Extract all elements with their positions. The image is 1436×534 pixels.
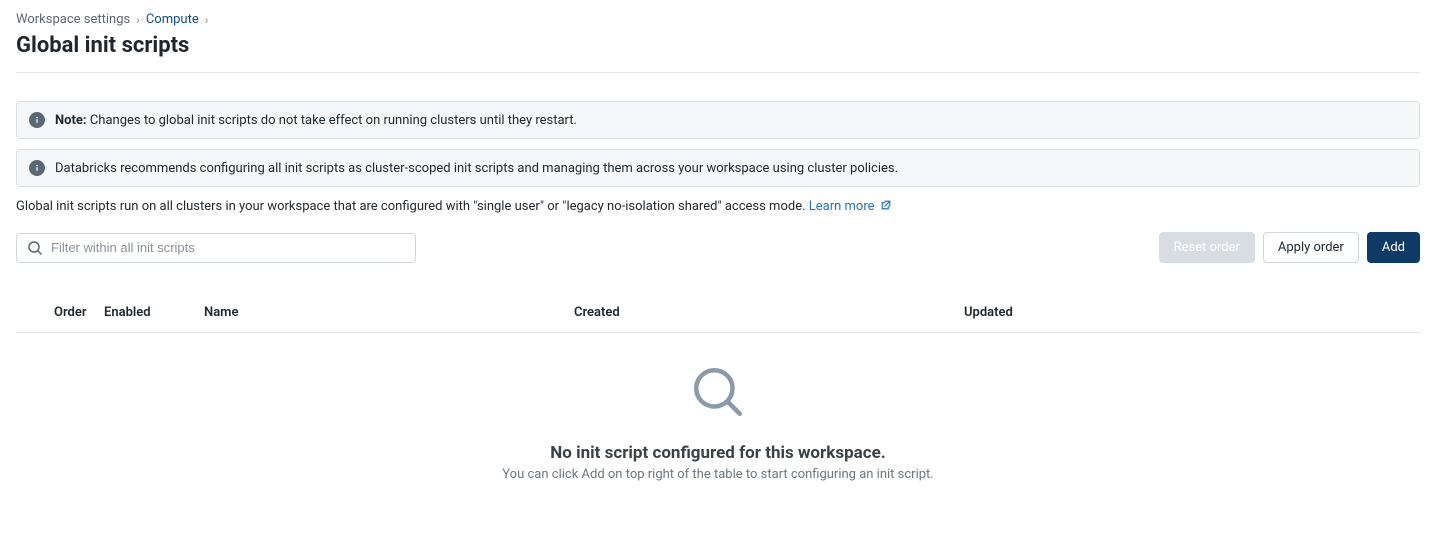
col-order: Order <box>54 305 104 320</box>
external-link-icon <box>880 199 892 211</box>
search-input[interactable] <box>51 240 405 255</box>
learn-more-link[interactable]: Learn more <box>809 199 892 214</box>
info-icon <box>29 112 45 128</box>
empty-subtitle: You can click Add on top right of the ta… <box>16 467 1420 482</box>
col-created: Created <box>574 305 964 320</box>
breadcrumb-compute[interactable]: Compute <box>146 12 199 27</box>
learn-more-label: Learn more <box>809 199 875 214</box>
search-box[interactable] <box>16 233 416 263</box>
add-button[interactable]: Add <box>1367 232 1420 263</box>
table-header: Order Enabled Name Created Updated <box>16 293 1420 333</box>
note-body: Changes to global init scripts do not ta… <box>87 113 577 128</box>
breadcrumb-workspace-settings[interactable]: Workspace settings <box>16 12 130 27</box>
chevron-right-icon: › <box>205 13 209 27</box>
recommend-alert: Databricks recommends configuring all in… <box>16 149 1420 187</box>
chevron-right-icon: › <box>136 13 140 27</box>
divider <box>16 72 1420 73</box>
apply-order-button[interactable]: Apply order <box>1263 232 1359 263</box>
empty-search-icon <box>16 363 1420 425</box>
col-spacer <box>30 305 54 320</box>
col-enabled: Enabled <box>104 305 184 320</box>
breadcrumb: Workspace settings › Compute › <box>16 12 1420 27</box>
empty-title: No init script configured for this works… <box>16 443 1420 463</box>
page-title: Global init scripts <box>16 33 1420 58</box>
toolbar: Reset order Apply order Add <box>16 232 1420 263</box>
col-updated: Updated <box>964 305 1406 320</box>
empty-state: No init script configured for this works… <box>16 333 1420 502</box>
search-icon <box>27 240 43 256</box>
button-group: Reset order Apply order Add <box>1159 232 1420 263</box>
col-name: Name <box>184 305 574 320</box>
reset-order-button: Reset order <box>1159 232 1255 263</box>
note-alert: Note: Changes to global init scripts do … <box>16 101 1420 139</box>
info-icon <box>29 160 45 176</box>
recommend-text: Databricks recommends configuring all in… <box>55 161 898 176</box>
note-label: Note: <box>55 113 87 128</box>
description: Global init scripts run on all clusters … <box>16 199 1420 214</box>
note-text: Note: Changes to global init scripts do … <box>55 113 577 128</box>
description-text: Global init scripts run on all clusters … <box>16 199 809 214</box>
